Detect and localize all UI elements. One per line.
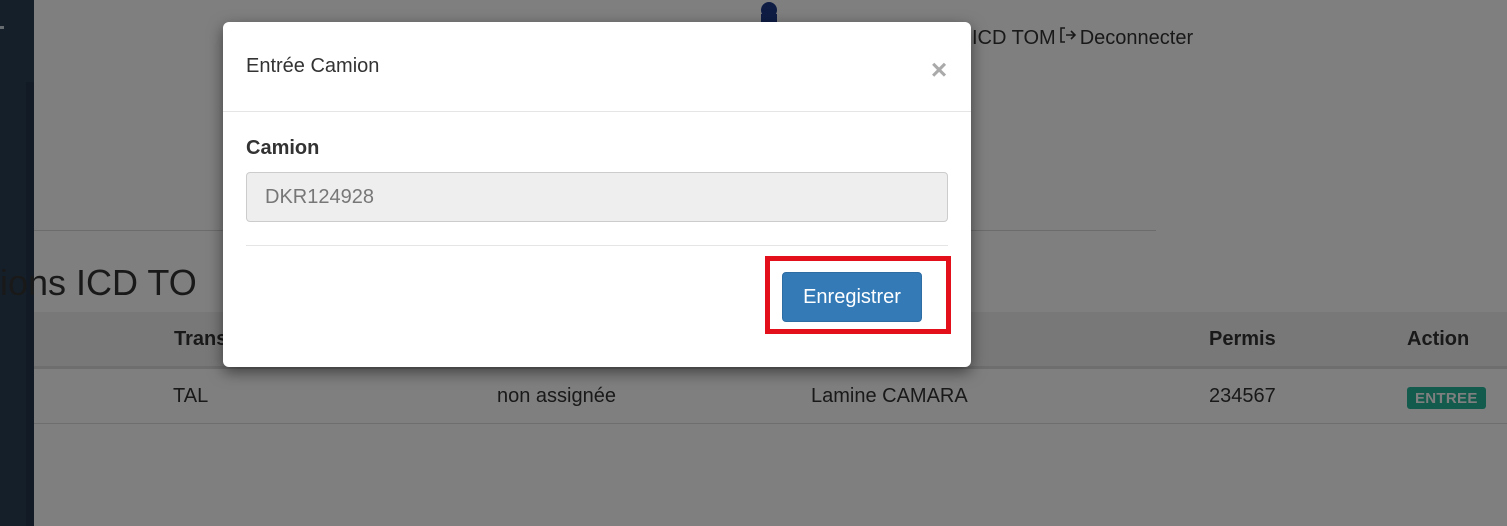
save-button[interactable]: Enregistrer	[782, 272, 922, 322]
page: ICD TOM Deconnecter ions ICD TO Trans Pe…	[0, 0, 1507, 526]
camion-field[interactable]	[246, 172, 948, 222]
camion-label: Camion	[246, 137, 320, 159]
modal-header: Entrée Camion ×	[223, 22, 971, 112]
close-icon[interactable]: ×	[929, 56, 949, 84]
entree-camion-modal: Entrée Camion × Camion Enregistrer	[223, 22, 971, 367]
modal-footer-divider	[246, 245, 948, 246]
modal-title: Entrée Camion	[246, 55, 380, 77]
